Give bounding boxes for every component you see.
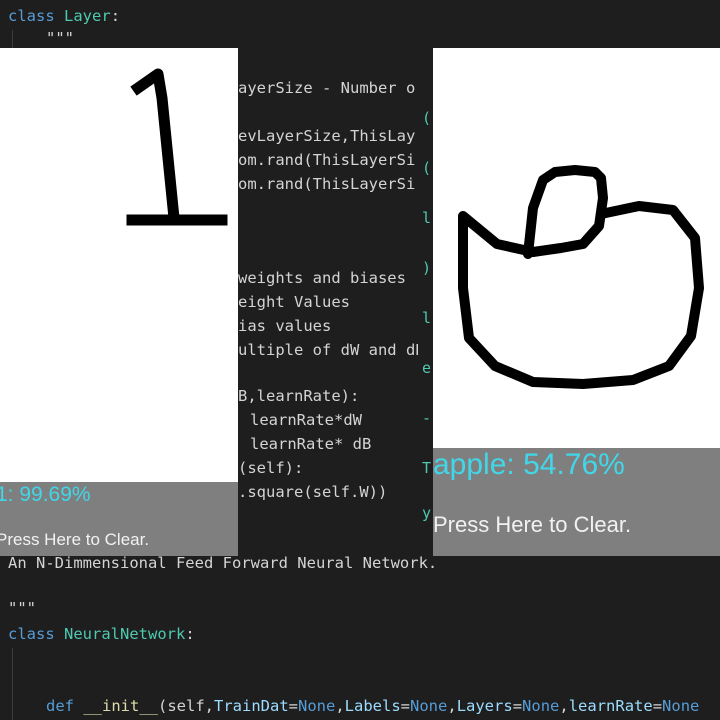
clear-button[interactable]: Press Here to Clear. (0, 530, 149, 550)
drawing-window-digit: 1: 99.69% Press Here to Clear. (0, 48, 238, 556)
code-line: ayerSize - Number o (238, 79, 416, 97)
drawing-footer: 1: 99.69% Press Here to Clear. (0, 482, 238, 556)
drawing-footer: apple: 54.76% Press Here to Clear. (433, 448, 720, 556)
code-line: eight Values (238, 293, 350, 311)
code-line: ias values (238, 317, 332, 335)
code-line: evLayerSize,ThisLay (238, 127, 416, 145)
code-line: weights and biases (238, 269, 406, 287)
background-window-strip: ( ( l ) l e - T y (418, 38, 434, 522)
code-line: def __init__(self,TrainDat=None,Labels=N… (46, 697, 700, 715)
drawing-window-apple: apple: 54.76% Press Here to Clear. (433, 48, 720, 556)
code-line: class Layer: (8, 7, 121, 25)
code-line: ultiple of dW and dB (238, 341, 425, 359)
code-line: om.rand(ThisLayerSi (238, 151, 416, 169)
prediction-label: 1: 99.69% (0, 483, 91, 506)
clear-button[interactable]: Press Here to Clear. (433, 512, 631, 538)
code-line: class NeuralNetwork: (8, 625, 195, 643)
code-line: learnRate*dW (250, 411, 362, 429)
drawing-canvas[interactable] (433, 48, 720, 448)
handwritten-digit-one-drawing (126, 68, 228, 226)
drawing-canvas[interactable] (0, 48, 238, 482)
code-line: .square(self.W)) (238, 483, 388, 501)
code-line: """ (46, 29, 74, 47)
code-line: om.rand(ThisLayerSi (238, 175, 416, 193)
code-line: (self): (238, 459, 304, 477)
indent-guide (12, 648, 13, 720)
code-line: """ (8, 599, 36, 617)
code-line: B,learnRate): (238, 387, 360, 405)
code-line: An N-Dimmensional Feed Forward Neural Ne… (8, 554, 438, 572)
apple-drawing (458, 165, 704, 389)
prediction-label: apple: 54.76% (433, 448, 625, 481)
code-line: learnRate* dB (250, 435, 372, 453)
